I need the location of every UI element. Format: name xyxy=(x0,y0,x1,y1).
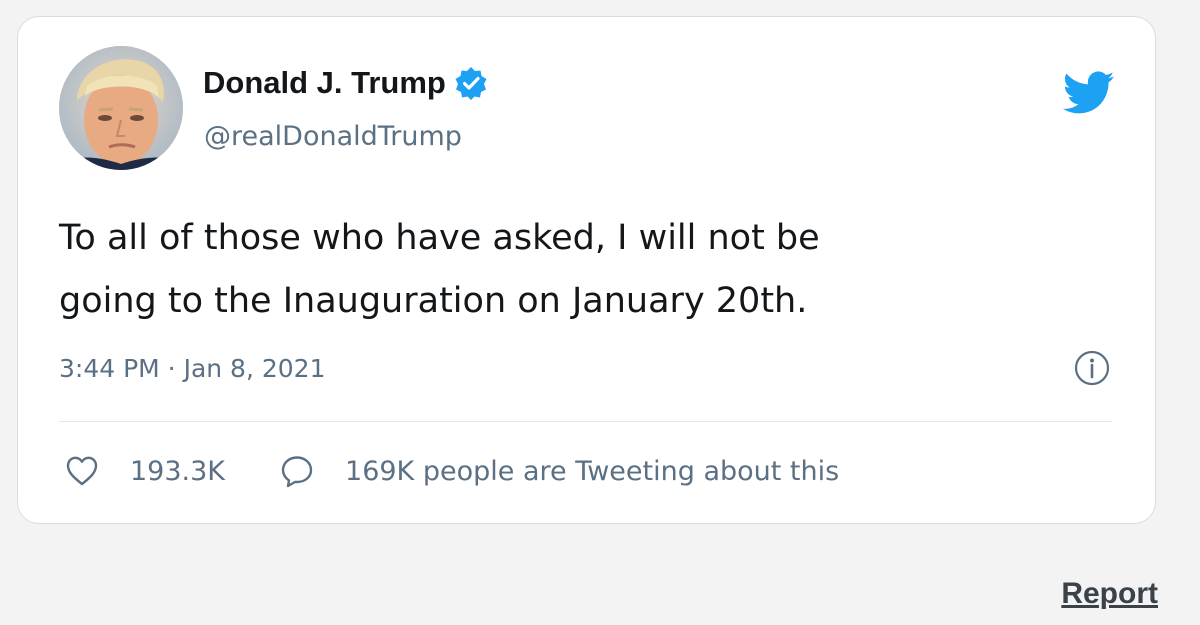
tweet-timestamp[interactable]: 3:44 PM · Jan 8, 2021 xyxy=(59,354,325,383)
conversation-link[interactable]: 169K people are Tweeting about this xyxy=(280,454,839,488)
report-link[interactable]: Report xyxy=(1061,577,1158,611)
author-name-text[interactable]: Donald J. Trump xyxy=(203,65,446,101)
heart-icon xyxy=(66,456,98,486)
tweet-text: To all of those who have asked, I will n… xyxy=(59,218,820,321)
conversation-text: 169K people are Tweeting about this xyxy=(345,455,840,487)
divider xyxy=(59,421,1112,422)
like-button[interactable]: 193.3K xyxy=(65,454,225,488)
verified-badge-icon xyxy=(455,67,487,100)
info-icon[interactable] xyxy=(1074,350,1110,386)
tweet-actions: 193.3K 169K people are Tweeting about th… xyxy=(65,454,839,488)
author-name[interactable]: Donald J. Trump xyxy=(203,65,488,101)
speech-bubble-icon xyxy=(281,456,313,488)
tweet-card: Donald J. Trump @realDonaldTrump To all … xyxy=(17,16,1156,524)
author-handle[interactable]: @realDonaldTrump xyxy=(204,121,462,152)
twitter-bird-icon[interactable] xyxy=(1063,71,1115,115)
like-count: 193.3K xyxy=(130,455,226,487)
author-avatar[interactable] xyxy=(59,46,183,170)
